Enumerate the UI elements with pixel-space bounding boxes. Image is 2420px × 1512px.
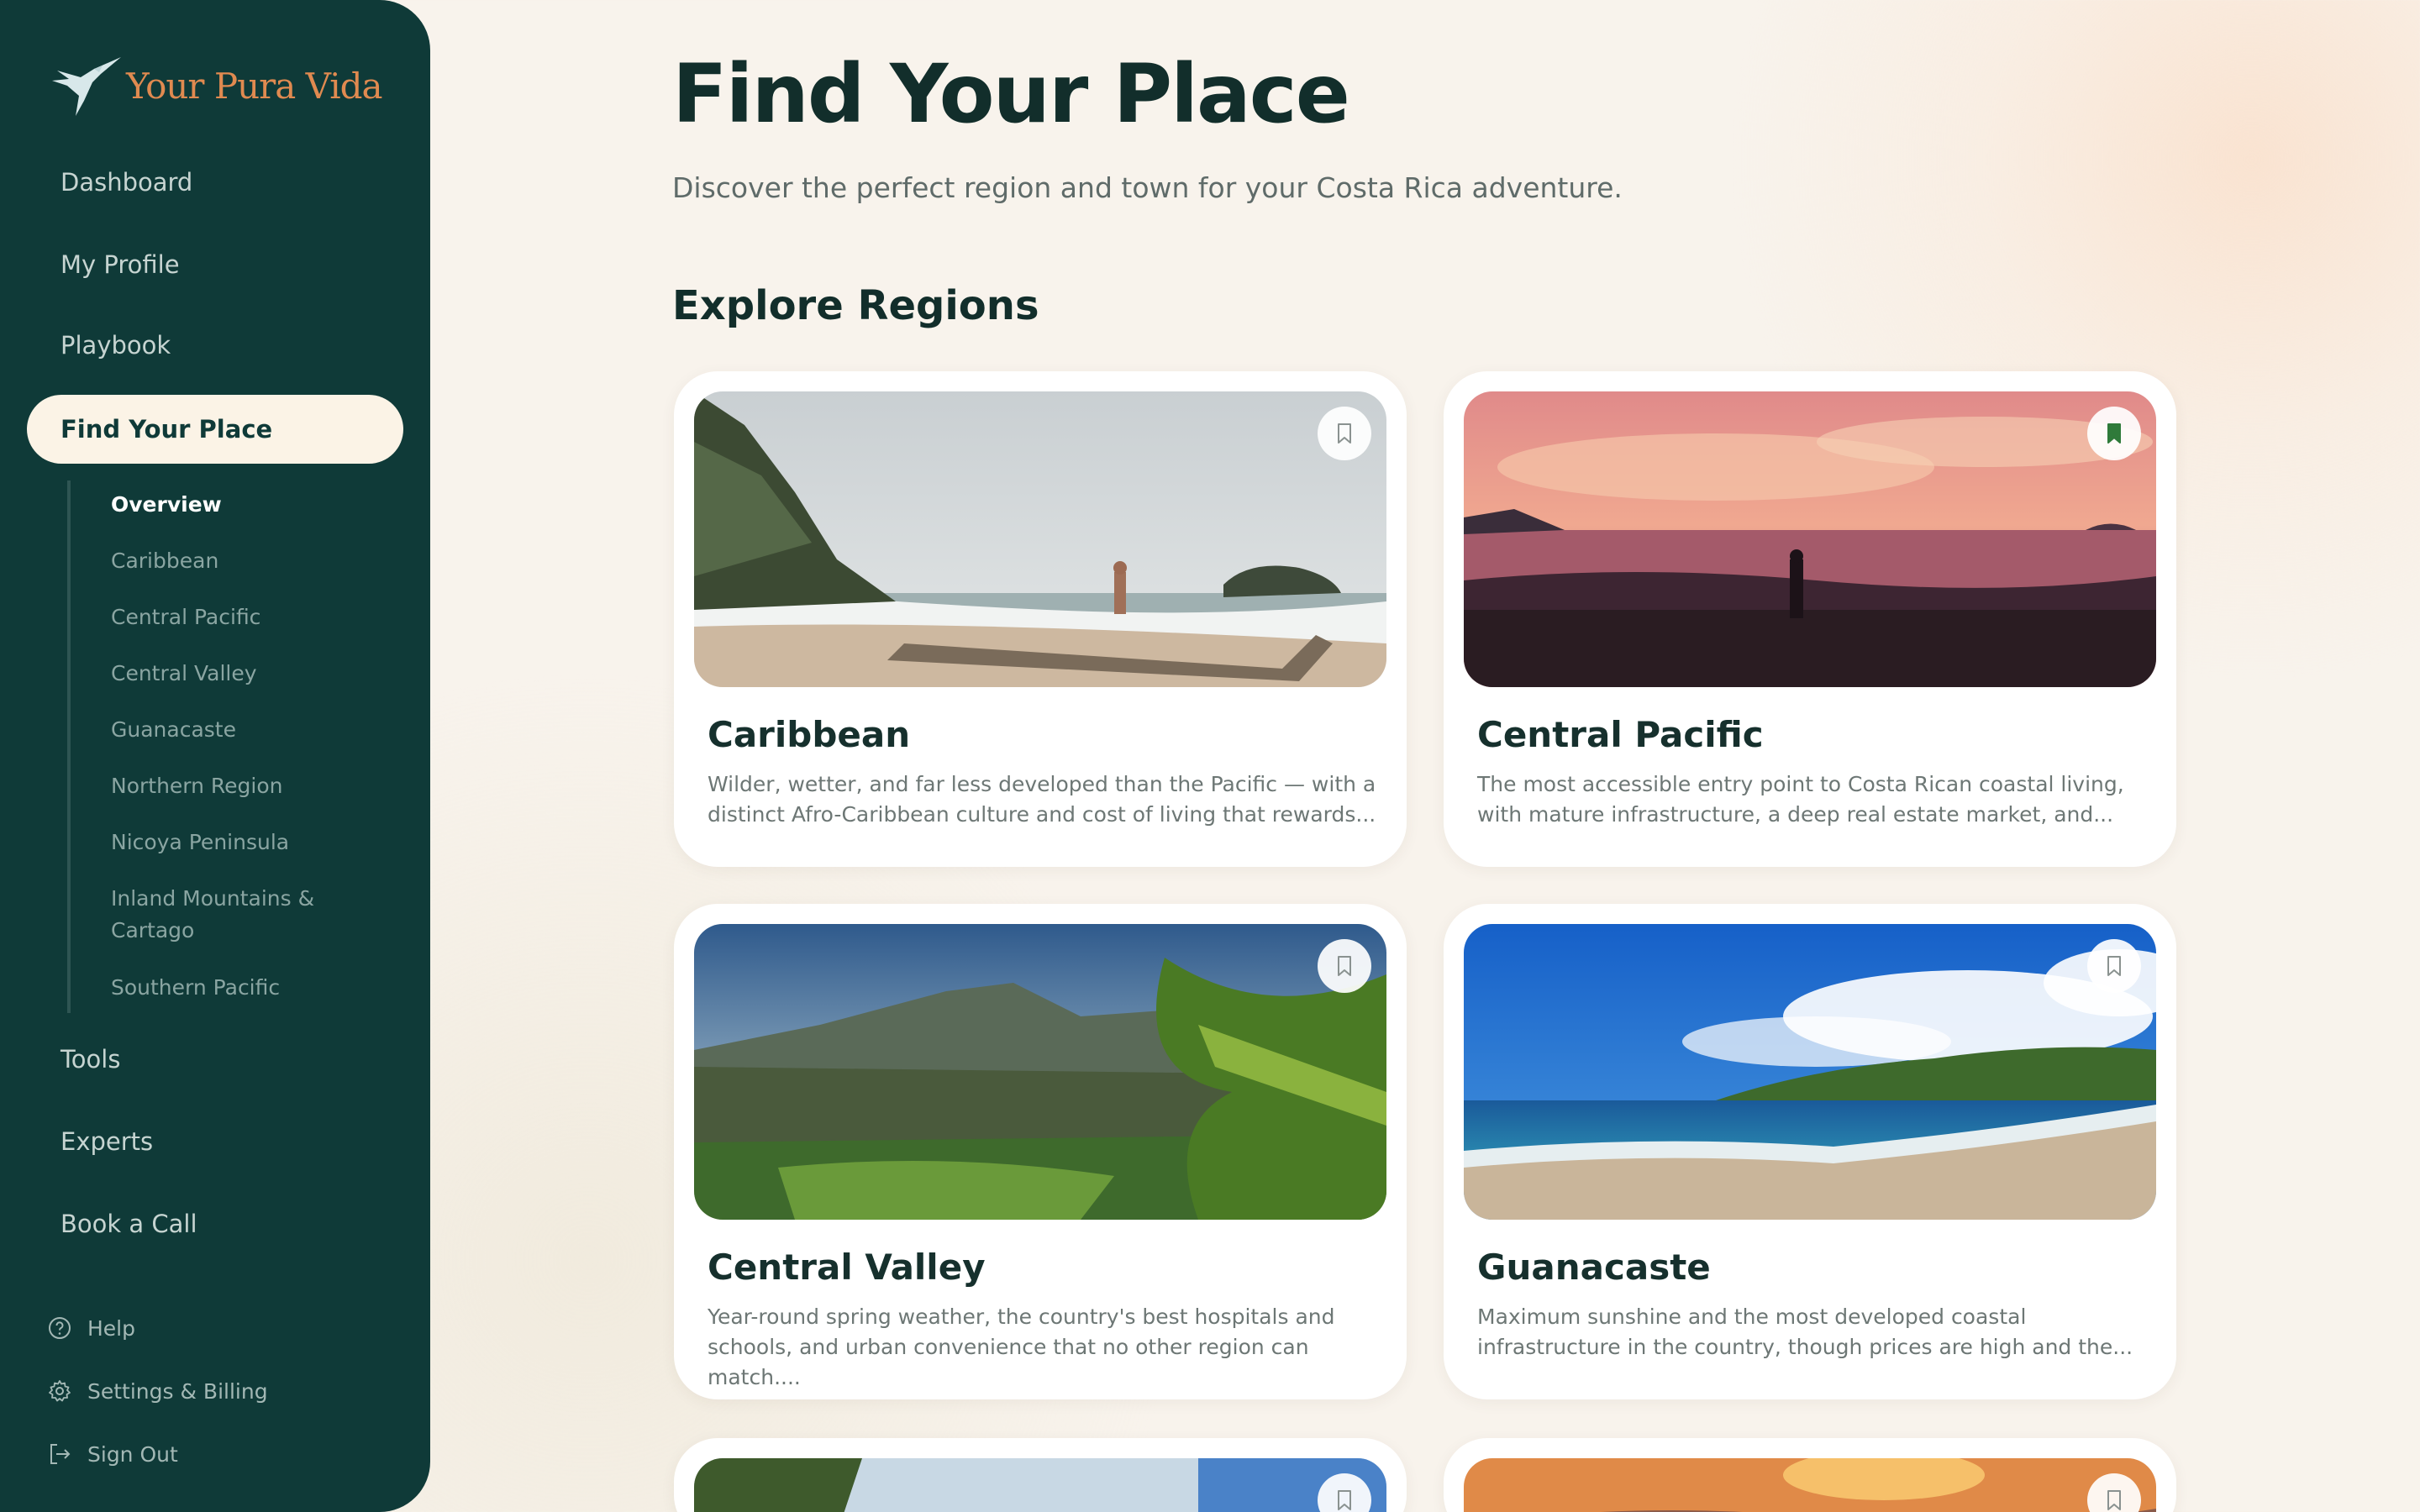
bookmark-icon <box>2107 956 2121 976</box>
region-image-partial-right <box>1464 1458 2156 1512</box>
help-link[interactable]: Help <box>47 1315 135 1341</box>
region-image-central-valley <box>694 924 1386 1220</box>
bookmark-filled-icon <box>2107 423 2121 444</box>
region-title: Central Pacific <box>1477 714 1764 755</box>
sign-out-link[interactable]: Sign Out <box>47 1441 178 1467</box>
sign-out-icon <box>50 1444 71 1464</box>
region-description: The most accessible entry point to Costa… <box>1477 772 2124 827</box>
gear-icon <box>49 1380 71 1402</box>
nav-find-your-place[interactable]: Find Your Place <box>27 395 403 464</box>
subnav-southern-pacific[interactable]: Southern Pacific <box>111 972 363 1004</box>
nav-experts[interactable]: Experts <box>60 1127 153 1156</box>
region-image-caribbean <box>694 391 1386 687</box>
region-title: Guanacaste <box>1477 1247 1711 1288</box>
section-title: Explore Regions <box>672 282 1039 329</box>
subnav-central-valley[interactable]: Central Valley <box>111 658 363 690</box>
bookmark-icon <box>2107 1490 2121 1510</box>
region-card-caribbean[interactable]: Caribbean Wilder, wetter, and far less d… <box>674 371 1407 867</box>
region-image-central-pacific <box>1464 391 2156 687</box>
region-description: Year-round spring weather, the country's… <box>708 1305 1335 1389</box>
region-image-guanacaste <box>1464 924 2156 1220</box>
subnav-nicoya-peninsula[interactable]: Nicoya Peninsula <box>111 827 363 858</box>
region-card-central-pacific[interactable]: Central Pacific The most accessible entr… <box>1444 371 2176 867</box>
nav-find-your-place-label: Find Your Place <box>60 415 273 444</box>
region-card-partial-left[interactable] <box>674 1438 1407 1512</box>
sign-out-label: Sign Out <box>87 1441 178 1467</box>
subnav-rail <box>67 480 71 1013</box>
page-title: Find Your Place <box>672 47 1350 141</box>
region-title: Central Valley <box>708 1247 986 1288</box>
subnav-caribbean[interactable]: Caribbean <box>111 545 363 577</box>
region-description: Wilder, wetter, and far less developed t… <box>708 772 1376 827</box>
sidebar: Your Pura Vida Dashboard My Profile Play… <box>0 0 430 1512</box>
nav-my-profile[interactable]: My Profile <box>60 250 180 279</box>
subnav-northern-region[interactable]: Northern Region <box>111 770 363 802</box>
region-image-partial-left <box>694 1458 1386 1512</box>
region-card-guanacaste[interactable]: Guanacaste Maximum sunshine and the most… <box>1444 904 2176 1399</box>
help-circle-icon <box>49 1317 71 1339</box>
region-title: Caribbean <box>708 714 911 755</box>
bookmark-button[interactable] <box>2087 939 2141 993</box>
subnav-inland-mountains-cartago[interactable]: Inland Mountains & Cartago <box>111 883 329 947</box>
hummingbird-icon <box>52 57 121 116</box>
app-logo[interactable]: Your Pura Vida <box>50 52 383 119</box>
region-description: Maximum sunshine and the most developed … <box>1477 1305 2133 1359</box>
nav-playbook[interactable]: Playbook <box>60 331 171 360</box>
nav-tools[interactable]: Tools <box>60 1045 120 1074</box>
settings-billing-link[interactable]: Settings & Billing <box>47 1378 268 1404</box>
subnav-guanacaste[interactable]: Guanacaste <box>111 714 363 746</box>
bookmark-icon <box>1338 1490 1351 1510</box>
nav-dashboard[interactable]: Dashboard <box>60 168 192 197</box>
bookmark-button[interactable] <box>1318 939 1371 993</box>
bookmark-icon <box>1338 423 1351 444</box>
subnav-central-pacific[interactable]: Central Pacific <box>111 601 363 633</box>
page-subtitle: Discover the perfect region and town for… <box>672 171 1623 204</box>
bookmark-button[interactable] <box>1318 407 1371 460</box>
region-card-central-valley[interactable]: Central Valley Year-round spring weather… <box>674 904 1407 1399</box>
nav-book-a-call[interactable]: Book a Call <box>60 1210 197 1238</box>
bookmark-button[interactable] <box>2087 407 2141 460</box>
region-card-partial-right[interactable] <box>1444 1438 2176 1512</box>
bookmark-icon <box>1338 956 1351 976</box>
subnav-overview[interactable]: Overview <box>111 489 363 521</box>
help-label: Help <box>87 1315 135 1341</box>
logo-text: Your Pura Vida <box>126 65 383 107</box>
settings-billing-label: Settings & Billing <box>87 1378 268 1404</box>
